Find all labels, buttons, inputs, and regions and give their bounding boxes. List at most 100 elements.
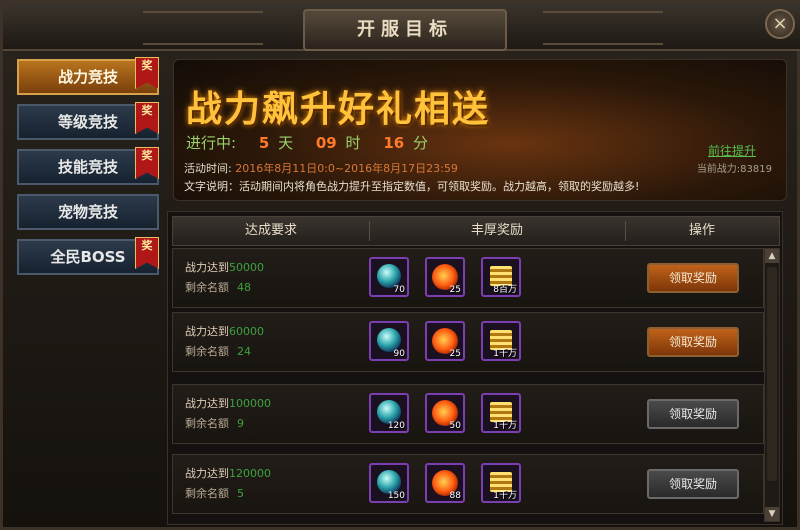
item-count: 50 (449, 421, 461, 431)
countdown-label: 进行中: (186, 134, 237, 152)
reward-table: 达成要求 丰厚奖励 操作 战力达到50000 剩余名额 48 70 25 8百万 … (167, 211, 783, 525)
req-power: 60000 (229, 325, 264, 338)
activity-time: 活动时间: 2016年8月11日0:0~2016年8月17日23:59 (184, 160, 458, 176)
fire-icon[interactable]: 25 (425, 321, 465, 361)
orb-icon[interactable]: 150 (369, 463, 409, 503)
banner-title: 战力飙升好礼相送 (186, 89, 491, 130)
remaining-slots: 剩余名额 24 (185, 343, 251, 359)
claim-reward-button[interactable]: 领取奖励 (647, 469, 739, 499)
item-count: 1千万 (493, 491, 517, 501)
item-count: 90 (393, 349, 405, 359)
countdown-hours: 09 (315, 134, 337, 152)
fire-icon[interactable]: 88 (425, 463, 465, 503)
sidebar-item-label: 战力竞技 (57, 68, 118, 86)
title-ornament-right (543, 11, 663, 45)
orb-icon[interactable]: 90 (369, 321, 409, 361)
req-prefix: 战力达到 (185, 467, 229, 480)
requirement-text: 战力达到120000 (185, 465, 271, 481)
item-count: 120 (387, 421, 405, 431)
remain-count: 9 (237, 417, 244, 430)
window-title: 开服目标 (303, 9, 507, 51)
table-row: 战力达到50000 剩余名额 48 70 25 8百万 领取奖励 (172, 248, 764, 308)
scroll-thumb[interactable] (767, 267, 777, 481)
remain-label: 剩余名额 (185, 417, 229, 430)
fire-icon[interactable]: 50 (425, 393, 465, 433)
header-action: 操作 (688, 223, 715, 238)
gold-icon[interactable]: 1千万 (481, 463, 521, 503)
remaining-slots: 剩余名额 48 (185, 279, 251, 295)
item-count: 8百万 (493, 285, 517, 295)
requirement-text: 战力达到50000 (185, 259, 264, 275)
sidebar-item-label: 技能竞技 (57, 158, 118, 176)
remaining-slots: 剩余名额 5 (185, 485, 244, 501)
sidebar-item-boss[interactable]: 全民BOSS 奖 (17, 237, 159, 275)
requirement-text: 战力达到100000 (185, 395, 271, 411)
req-power: 50000 (229, 261, 264, 274)
remain-label: 剩余名额 (185, 281, 229, 294)
sidebar: 战力竞技 奖 等级竞技 奖 技能竞技 奖 宠物竞技 全民BOSS 奖 (17, 57, 167, 284)
activity-time-label: 活动时间: (184, 162, 232, 175)
dialog-window: 开服目标 × 战力竞技 奖 等级竞技 奖 技能竞技 奖 宠物竞技 全民BOSS … (0, 0, 800, 530)
sidebar-item-level[interactable]: 等级竞技 奖 (17, 102, 159, 140)
orb-icon[interactable]: 70 (369, 257, 409, 297)
gold-icon[interactable]: 8百万 (481, 257, 521, 297)
remain-count: 48 (237, 281, 251, 294)
sidebar-item-power[interactable]: 战力竞技 奖 (17, 57, 159, 95)
req-prefix: 战力达到 (185, 397, 229, 410)
claim-reward-button[interactable]: 领取奖励 (647, 399, 739, 429)
item-count: 70 (393, 285, 405, 295)
scroll-up-icon[interactable]: ▲ (765, 249, 779, 263)
claim-reward-button[interactable]: 领取奖励 (647, 327, 739, 357)
req-prefix: 战力达到 (185, 261, 229, 274)
sidebar-item-skill[interactable]: 技能竞技 奖 (17, 147, 159, 185)
close-icon[interactable]: × (765, 9, 795, 39)
item-count: 88 (449, 491, 461, 501)
reward-badge-icon: 奖 (135, 102, 159, 134)
item-count: 25 (449, 349, 461, 359)
table-header: 达成要求 丰厚奖励 操作 (172, 216, 780, 246)
scroll-down-icon[interactable]: ▼ (765, 507, 779, 521)
sidebar-item-label: 全民BOSS (50, 248, 126, 266)
header-rewards: 丰厚奖励 (470, 223, 523, 238)
countdown: 进行中: 5 天 09 时 16 分 (186, 132, 428, 153)
req-power: 120000 (229, 467, 271, 480)
remain-label: 剩余名额 (185, 487, 229, 500)
hours-unit: 时 (345, 134, 361, 152)
header-requirement: 达成要求 (244, 223, 297, 238)
reward-badge-icon: 奖 (135, 237, 159, 269)
table-row: 战力达到120000 剩余名额 5 150 88 1千万 领取奖励 (172, 454, 764, 514)
minutes-unit: 分 (412, 134, 428, 152)
sidebar-item-pet[interactable]: 宠物竞技 (17, 194, 159, 230)
item-count: 1千万 (493, 349, 517, 359)
item-count: 1千万 (493, 421, 517, 431)
activity-description: 文字说明：活动期间内将角色战力提升至指定数值，可领取奖励。战力越高，领取的奖励越… (184, 180, 640, 193)
gold-icon[interactable]: 1千万 (481, 393, 521, 433)
orb-icon[interactable]: 120 (369, 393, 409, 433)
fire-icon[interactable]: 25 (425, 257, 465, 297)
countdown-days: 5 (258, 134, 270, 152)
countdown-minutes: 16 (383, 134, 405, 152)
reward-badge-icon: 奖 (135, 147, 159, 179)
req-power: 100000 (229, 397, 271, 410)
sidebar-item-label: 等级竞技 (57, 113, 118, 131)
remain-label: 剩余名额 (185, 345, 229, 358)
remain-count: 5 (237, 487, 244, 500)
item-count: 25 (449, 285, 461, 295)
current-power: 当前战力:83819 (696, 164, 772, 175)
scrollbar[interactable]: ▲ ▼ (764, 248, 780, 522)
req-prefix: 战力达到 (185, 325, 229, 338)
claim-reward-button[interactable]: 领取奖励 (647, 263, 739, 293)
item-count: 150 (387, 491, 405, 501)
remaining-slots: 剩余名额 9 (185, 415, 244, 431)
title-ornament-left (143, 11, 263, 45)
table-row: 战力达到100000 剩余名额 9 120 50 1千万 领取奖励 (172, 384, 764, 444)
reward-badge-icon: 奖 (135, 57, 159, 89)
sidebar-item-label: 宠物竞技 (57, 203, 118, 221)
requirement-text: 战力达到60000 (185, 323, 264, 339)
days-unit: 天 (278, 134, 294, 152)
title-bar: 开服目标 × (3, 3, 800, 51)
remain-count: 24 (237, 345, 251, 358)
goto-improve-link[interactable]: 前往提升 (708, 142, 756, 159)
event-banner: 战力飙升好礼相送 进行中: 5 天 09 时 16 分 活动时间: 2016年8… (173, 59, 787, 201)
gold-icon[interactable]: 1千万 (481, 321, 521, 361)
